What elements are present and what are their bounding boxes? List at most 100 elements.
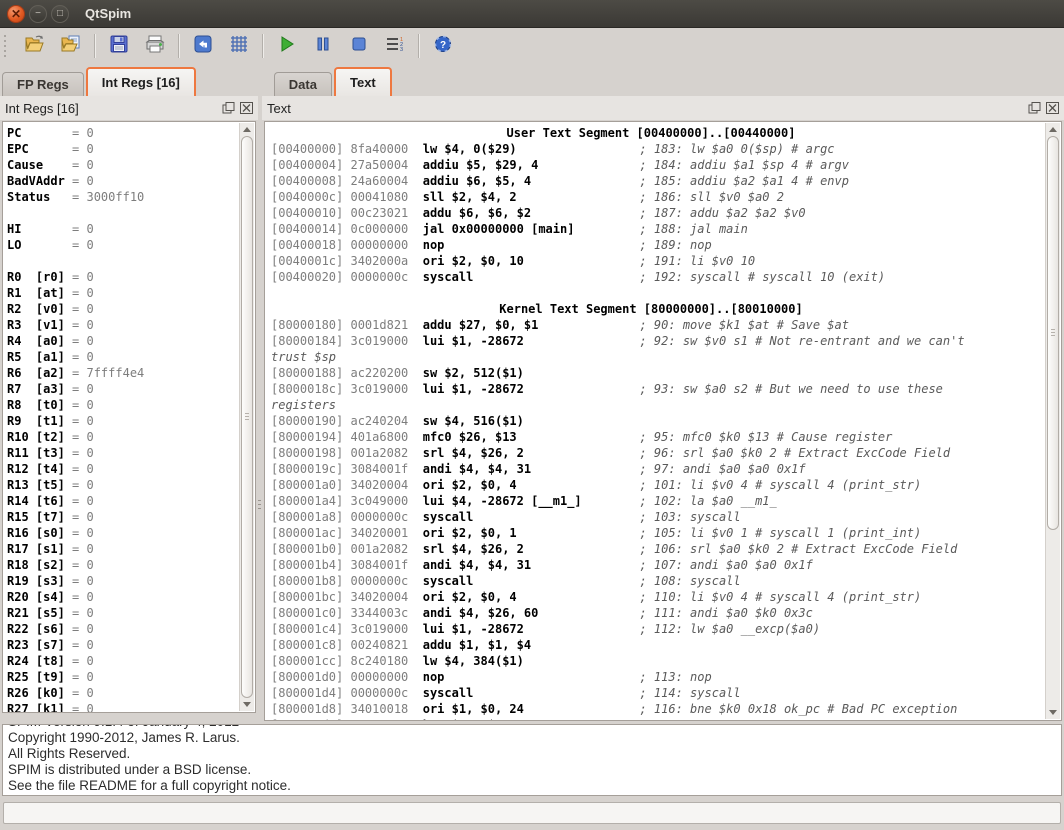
text-line: [00400000] 8fa40000 lw $4, 0($29) ; 183:… <box>271 141 1061 157</box>
print-icon <box>144 34 166 59</box>
register-row: R21 [s5] = 0 <box>7 605 255 621</box>
text-line: [800001d4] 0000000c syscall ; 114: sysca… <box>271 685 1061 701</box>
register-panel: PC = 0EPC = 0Cause = 0BadVAddr = 0Status… <box>2 121 256 713</box>
text-dock-title: Text <box>267 101 291 116</box>
register-row: R20 [s4] = 0 <box>7 589 255 605</box>
run-button[interactable] <box>269 31 305 61</box>
text-line: [800001bc] 34020004 ori $2, $0, 4 ; 110:… <box>271 589 1061 605</box>
maximize-button[interactable]: □ <box>51 5 69 23</box>
register-row: R1 [at] = 0 <box>7 285 255 301</box>
toolbar-separator <box>418 34 420 58</box>
register-row: LO = 0 <box>7 237 255 253</box>
open-file-button[interactable] <box>17 31 53 61</box>
scroll-down-icon[interactable] <box>1049 710 1057 715</box>
register-row: R12 [t4] = 0 <box>7 461 255 477</box>
float-panel-button[interactable] <box>221 101 236 115</box>
help-icon: ? <box>434 35 452 58</box>
toolbar-grip[interactable] <box>2 35 9 57</box>
text-line-continuation: registers <box>271 397 1061 413</box>
status-field <box>3 802 1061 824</box>
register-row: R17 [s1] = 0 <box>7 541 255 557</box>
help-button[interactable]: ? <box>425 31 461 61</box>
right-tab-group: DataText <box>274 67 394 96</box>
save-icon <box>109 34 129 59</box>
minimize-button[interactable]: − <box>29 5 47 23</box>
tab-fp-regs[interactable]: FP Regs <box>2 72 84 96</box>
register-list: PC = 0EPC = 0Cause = 0BadVAddr = 0Status… <box>3 122 255 713</box>
register-row: R2 [v0] = 0 <box>7 301 255 317</box>
toolbar-separator <box>262 34 264 58</box>
register-row: R3 [v1] = 0 <box>7 317 255 333</box>
register-row: BadVAddr = 0 <box>7 173 255 189</box>
scrollbar-thumb[interactable] <box>1047 136 1059 530</box>
toolbar-separator <box>178 34 180 58</box>
register-row: EPC = 0 <box>7 141 255 157</box>
text-line: [8000018c] 3c019000 lui $1, -28672 ; 93:… <box>271 381 1061 397</box>
text-line: [0040001c] 3402000a ori $2, $0, 10 ; 191… <box>271 253 1061 269</box>
text-dock: Text User Text Segment [00400000]..[0044… <box>262 96 1064 724</box>
toolbar: 1 2 3 ? <box>0 28 1064 64</box>
text-line-continuation: trust $sp <box>271 349 1061 365</box>
pause-icon <box>316 36 330 57</box>
text-line: [80000184] 3c019000 lui $1, -28672 ; 92:… <box>271 333 1061 349</box>
left-tab-group: FP RegsInt Regs [16] <box>2 67 198 96</box>
text-line: [800001d0] 00000000 nop ; 113: nop <box>271 669 1061 685</box>
text-scrollbar[interactable] <box>1045 123 1060 719</box>
text-line: [800001b8] 0000000c syscall ; 108: sysca… <box>271 573 1061 589</box>
register-row: R9 [t1] = 0 <box>7 413 255 429</box>
register-row: R16 [s0] = 0 <box>7 525 255 541</box>
tab-data[interactable]: Data <box>274 72 332 96</box>
close-button[interactable]: ✕ <box>7 5 25 23</box>
text-line: [80000190] ac240204 sw $4, 516($1) <box>271 413 1061 429</box>
tab-text[interactable]: Text <box>334 67 392 96</box>
svg-text:?: ? <box>440 40 446 51</box>
text-line: [00400014] 0c000000 jal 0x00000000 [main… <box>271 221 1061 237</box>
float-panel-button[interactable] <box>1027 101 1042 115</box>
text-line: [800001c4] 3c019000 lui $1, -28672 ; 112… <box>271 621 1061 637</box>
back-arrow-icon <box>194 35 212 58</box>
register-row: R26 [k0] = 0 <box>7 685 255 701</box>
scrollbar-thumb[interactable] <box>241 136 253 698</box>
stop-button[interactable] <box>341 31 377 61</box>
load-file-button[interactable] <box>53 31 89 61</box>
close-panel-button[interactable] <box>239 101 254 115</box>
text-dock-header: Text <box>262 96 1064 120</box>
grid-icon <box>229 34 249 59</box>
register-row: R4 [a0] = 0 <box>7 333 255 349</box>
register-dock-header: Int Regs [16] <box>0 96 258 120</box>
text-line: [80000198] 001a2082 srl $4, $26, 2 ; 96:… <box>271 445 1061 461</box>
step-list-icon: 1 2 3 <box>385 35 405 58</box>
tab-int-regs-16[interactable]: Int Regs [16] <box>86 67 196 96</box>
register-row: R13 [t5] = 0 <box>7 477 255 493</box>
register-row: R22 [s6] = 0 <box>7 621 255 637</box>
register-row <box>7 253 255 269</box>
text-line: [800001d8] 34010018 ori $1, $0, 24 ; 116… <box>271 701 1061 717</box>
save-log-button[interactable] <box>101 31 137 61</box>
pause-button[interactable] <box>305 31 341 61</box>
register-row: R14 [t6] = 0 <box>7 493 255 509</box>
text-line: [00400018] 00000000 nop ; 189: nop <box>271 237 1061 253</box>
segment-header: Kernel Text Segment [80000000]..[8001000… <box>271 301 1061 317</box>
status-bar <box>0 797 1064 830</box>
scroll-up-icon[interactable] <box>1049 127 1057 132</box>
print-button[interactable] <box>137 31 173 61</box>
register-scrollbar[interactable] <box>239 123 254 711</box>
register-row: R23 [s7] = 0 <box>7 637 255 653</box>
close-panel-button[interactable] <box>1045 101 1060 115</box>
play-icon <box>279 35 295 58</box>
scroll-down-icon[interactable] <box>243 702 251 707</box>
svg-text:3: 3 <box>400 47 403 53</box>
register-row: R27 [k1] = 0 <box>7 701 255 713</box>
segment-header: User Text Segment [00400000]..[00440000] <box>271 125 1061 141</box>
settings-grid-button[interactable] <box>221 31 257 61</box>
register-row: HI = 0 <box>7 221 255 237</box>
text-line: [00400008] 24a60004 addiu $6, $5, 4 ; 18… <box>271 173 1061 189</box>
single-step-button[interactable]: 1 2 3 <box>377 31 413 61</box>
text-line: [800001dc] 17410005 bne $26, $1, 20 <box>271 717 1061 721</box>
register-row: R8 [t0] = 0 <box>7 397 255 413</box>
reinitialize-button[interactable] <box>185 31 221 61</box>
text-line: [800001c0] 3344003c andi $4, $26, 60 ; 1… <box>271 605 1061 621</box>
text-line: [800001a4] 3c049000 lui $4, -28672 [__m1… <box>271 493 1061 509</box>
message-line: Copyright 1990-2012, James R. Larus. <box>8 730 1061 746</box>
scroll-up-icon[interactable] <box>243 127 251 132</box>
